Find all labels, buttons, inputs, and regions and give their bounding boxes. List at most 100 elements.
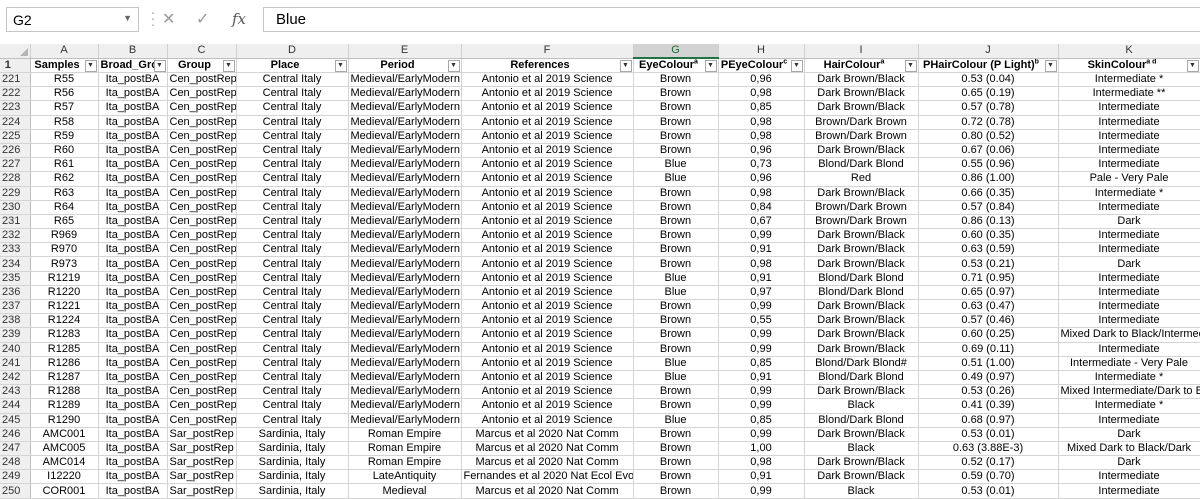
cell-h[interactable]: 0,91 xyxy=(718,370,805,386)
cell-e[interactable]: Medieval/EarlyModern xyxy=(348,342,462,357)
row-header[interactable]: 231 xyxy=(0,214,31,230)
cell-h[interactable]: 0,55 xyxy=(718,313,805,329)
cell-a[interactable]: R1224 xyxy=(30,313,99,329)
cell-c[interactable]: Cen_postRep xyxy=(167,370,237,386)
cell-b[interactable]: Ita_postBA xyxy=(98,313,168,329)
cell-d[interactable]: Central Italy xyxy=(236,200,349,215)
row-header[interactable]: 244 xyxy=(0,398,31,414)
cell-h[interactable]: 0,99 xyxy=(718,327,805,343)
cell-f[interactable]: Antonio et al 2019 Science xyxy=(461,342,634,357)
cell-e[interactable]: Medieval/EarlyModern xyxy=(348,129,462,144)
cell-j[interactable]: 0.66 (0.35) xyxy=(918,186,1059,201)
cell-c[interactable]: Cen_postRep xyxy=(167,384,237,400)
cell-d[interactable]: Sardinia, Italy xyxy=(236,427,349,442)
cell-k[interactable]: Intermediate xyxy=(1058,413,1200,428)
cell-f[interactable]: Antonio et al 2019 Science xyxy=(461,370,634,386)
cell-h[interactable]: 0,96 xyxy=(718,72,805,88)
cell-h[interactable]: 0,99 xyxy=(718,342,805,357)
cell-j[interactable]: 0.67 (0.06) xyxy=(918,143,1059,159)
cell-c[interactable]: Cen_postRep xyxy=(167,327,237,343)
cell-d[interactable]: Central Italy xyxy=(236,157,349,173)
cell-k[interactable]: Intermediate * xyxy=(1058,72,1200,88)
header-cell[interactable]: Place ▼ xyxy=(236,58,349,73)
cell-k[interactable]: Dark xyxy=(1058,427,1200,442)
cell-j[interactable]: 0.68 (0.97) xyxy=(918,413,1059,428)
cell-e[interactable]: Medieval/EarlyModern xyxy=(348,171,462,187)
name-box[interactable]: G2 ▼ xyxy=(6,7,139,32)
cell-h[interactable]: 0,99 xyxy=(718,228,805,244)
column-header-e[interactable]: E xyxy=(348,44,462,59)
cell-c[interactable]: Cen_postRep xyxy=(167,313,237,329)
cell-h[interactable]: 0,99 xyxy=(718,427,805,442)
cell-f[interactable]: Antonio et al 2019 Science xyxy=(461,228,634,244)
cell-c[interactable]: Sar_postRep xyxy=(167,469,237,485)
cell-i[interactable]: Brown/Dark Brown xyxy=(804,115,919,130)
cell-f[interactable]: Antonio et al 2019 Science xyxy=(461,186,634,201)
cell-b[interactable]: Ita_postBA xyxy=(98,271,168,286)
cell-a[interactable]: R1287 xyxy=(30,370,99,386)
cell-g[interactable]: Brown xyxy=(633,214,719,230)
row-header[interactable]: 247 xyxy=(0,441,31,457)
cell-f[interactable]: Antonio et al 2019 Science xyxy=(461,143,634,159)
row-header[interactable]: 221 xyxy=(0,72,31,88)
cell-g[interactable]: Brown xyxy=(633,242,719,258)
cell-e[interactable]: Roman Empire xyxy=(348,455,462,471)
cell-k[interactable]: Intermediate - Very Pale xyxy=(1058,356,1200,371)
cell-c[interactable]: Cen_postRep xyxy=(167,72,237,88)
cell-b[interactable]: Ita_postBA xyxy=(98,186,168,201)
header-cell[interactable]: PEyeColourc ▼ xyxy=(718,58,805,73)
cell-a[interactable]: R62 xyxy=(30,171,99,187)
cell-c[interactable]: Sar_postRep xyxy=(167,427,237,442)
cell-j[interactable]: 0.41 (0.39) xyxy=(918,398,1059,414)
confirm-icon[interactable]: ✓ xyxy=(196,9,209,29)
cell-d[interactable]: Central Italy xyxy=(236,186,349,201)
cell-b[interactable]: Ita_postBA xyxy=(98,483,168,499)
column-header-i[interactable]: I xyxy=(804,44,919,59)
cell-j[interactable]: 0.63 (0.47) xyxy=(918,299,1059,315)
cell-c[interactable]: Cen_postRep xyxy=(167,115,237,130)
cell-b[interactable]: Ita_postBA xyxy=(98,200,168,215)
cell-b[interactable]: Ita_postBA xyxy=(98,228,168,244)
cell-a[interactable]: R55 xyxy=(30,72,99,88)
cell-k[interactable]: Mixed Intermediate/Dark to Black xyxy=(1058,384,1200,400)
cell-g[interactable]: Brown xyxy=(633,186,719,201)
cell-e[interactable]: Medieval/EarlyModern xyxy=(348,214,462,230)
cell-c[interactable]: Cen_postRep xyxy=(167,186,237,201)
cell-k[interactable]: Intermediate xyxy=(1058,271,1200,286)
cell-g[interactable]: Blue xyxy=(633,356,719,371)
cell-b[interactable]: Ita_postBA xyxy=(98,86,168,102)
cell-a[interactable]: AMC005 xyxy=(30,441,99,457)
cell-d[interactable]: Central Italy xyxy=(236,129,349,144)
cell-k[interactable]: Pale - Very Pale xyxy=(1058,171,1200,187)
cell-j[interactable]: 0.53 (0.26) xyxy=(918,384,1059,400)
cell-k[interactable]: Intermediate xyxy=(1058,342,1200,357)
column-header-b[interactable]: B xyxy=(98,44,168,59)
cell-b[interactable]: Ita_postBA xyxy=(98,214,168,230)
cancel-icon[interactable]: ✕ xyxy=(162,9,175,29)
cell-i[interactable]: Blond/Dark Blond# xyxy=(804,356,919,371)
row-header[interactable]: 248 xyxy=(0,455,31,471)
cell-b[interactable]: Ita_postBA xyxy=(98,398,168,414)
cell-j[interactable]: 0.53 (0.21) xyxy=(918,256,1059,272)
cell-j[interactable]: 0.60 (0.35) xyxy=(918,228,1059,244)
cell-a[interactable]: R1285 xyxy=(30,342,99,357)
cell-h[interactable]: 1,00 xyxy=(718,441,805,457)
column-header-g[interactable]: G xyxy=(633,44,719,59)
cell-i[interactable]: Dark Brown/Black xyxy=(804,242,919,258)
cell-h[interactable]: 0,85 xyxy=(718,100,805,116)
cell-b[interactable]: Ita_postBA xyxy=(98,72,168,88)
header-cell[interactable]: SkinColoura d ▼ xyxy=(1058,58,1200,73)
cell-c[interactable]: Cen_postRep xyxy=(167,299,237,315)
cell-c[interactable]: Cen_postRep xyxy=(167,86,237,102)
row-header[interactable]: 242 xyxy=(0,370,31,386)
cell-h[interactable]: 0,99 xyxy=(718,483,805,499)
row-header[interactable]: 249 xyxy=(0,469,31,485)
cell-j[interactable]: 0.53 (0.01) xyxy=(918,427,1059,442)
cell-h[interactable]: 0,99 xyxy=(718,384,805,400)
select-all-corner[interactable] xyxy=(0,44,31,59)
row-header[interactable]: 239 xyxy=(0,327,31,343)
header-cell[interactable]: Group ▼ xyxy=(167,58,237,73)
cell-c[interactable]: Cen_postRep xyxy=(167,200,237,215)
cell-f[interactable]: Antonio et al 2019 Science xyxy=(461,171,634,187)
more-options-icon[interactable]: · · · xyxy=(150,5,156,31)
